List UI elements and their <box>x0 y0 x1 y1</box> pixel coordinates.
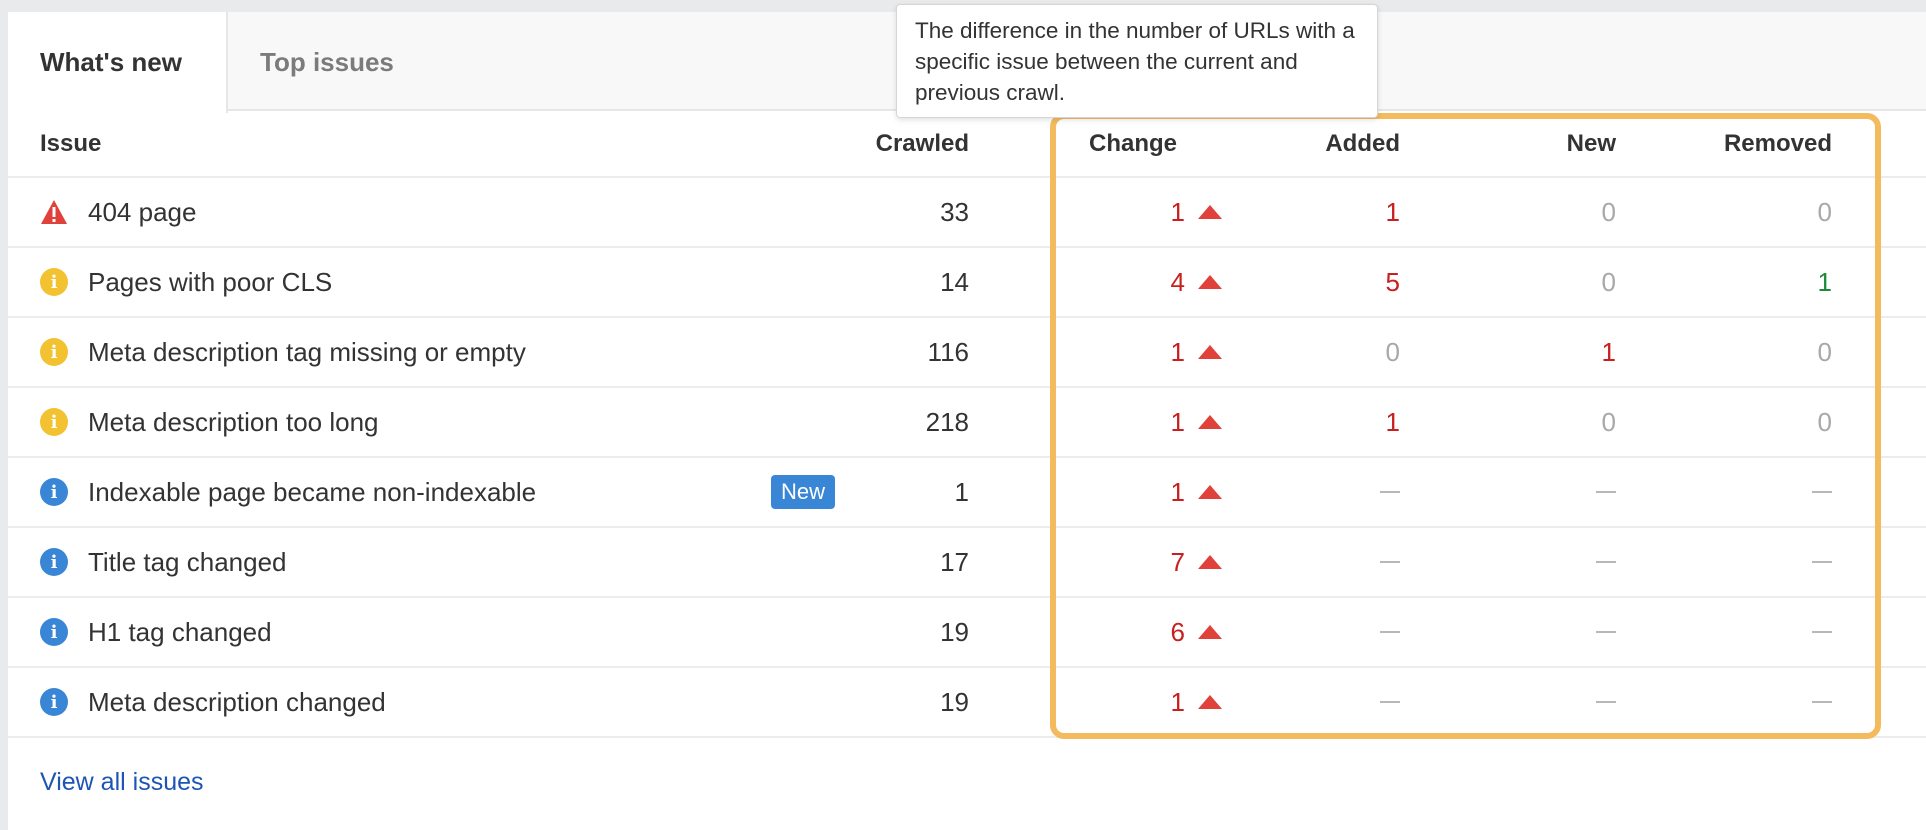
increase-arrow-icon <box>1198 345 1222 359</box>
issue-label[interactable]: Meta description tag missing or empty <box>88 337 526 368</box>
notice-info-icon: i <box>40 478 68 506</box>
table-row[interactable]: i Meta description too long 218 1 1 0 0 <box>8 388 1926 458</box>
col-issue[interactable]: Issue <box>40 111 101 176</box>
change-value: 1 <box>1170 476 1185 507</box>
table-row[interactable]: i Meta description tag missing or empty 1… <box>8 318 1926 388</box>
increase-arrow-icon <box>1198 415 1222 429</box>
new-value[interactable]: 0 <box>1602 407 1616 438</box>
removed-value[interactable]: 0 <box>1818 407 1832 438</box>
crawled-value[interactable]: 33 <box>940 197 969 228</box>
warning-info-icon: i <box>40 338 68 366</box>
empty-dash <box>1596 631 1616 633</box>
issue-cell[interactable]: i Title tag changed <box>40 528 287 596</box>
error-triangle-icon <box>40 198 68 226</box>
added-value[interactable]: 1 <box>1386 407 1400 438</box>
crawled-value[interactable]: 17 <box>940 547 969 578</box>
change-value: 1 <box>1170 686 1185 717</box>
empty-dash <box>1380 491 1400 493</box>
table-row[interactable]: i H1 tag changed 19 6 <box>8 598 1926 668</box>
empty-dash <box>1812 701 1832 703</box>
tab-top-issues[interactable]: Top issues <box>228 12 448 113</box>
table-row[interactable]: i Pages with poor CLS 14 4 5 0 1 <box>8 248 1926 318</box>
table-row[interactable]: i Title tag changed 17 7 <box>8 528 1926 598</box>
empty-dash <box>1812 631 1832 633</box>
change-value: 7 <box>1170 546 1185 577</box>
tab-whats-new[interactable]: What's new <box>8 12 228 113</box>
col-crawled[interactable]: Crawled <box>819 111 969 176</box>
increase-arrow-icon <box>1198 555 1222 569</box>
empty-dash <box>1380 631 1400 633</box>
empty-dash <box>1596 491 1616 493</box>
view-all-issues-link[interactable]: View all issues <box>40 768 204 797</box>
issue-cell[interactable]: i Meta description changed <box>40 668 386 736</box>
empty-dash <box>1812 491 1832 493</box>
empty-dash <box>1380 561 1400 563</box>
change-value: 1 <box>1170 196 1185 227</box>
removed-value[interactable]: 0 <box>1818 197 1832 228</box>
notice-info-icon: i <box>40 618 68 646</box>
added-value[interactable]: 5 <box>1386 267 1400 298</box>
change-value: 6 <box>1170 616 1185 647</box>
change-value: 1 <box>1170 336 1185 367</box>
issue-label[interactable]: Title tag changed <box>88 547 287 578</box>
col-new[interactable]: New <box>1466 111 1616 176</box>
increase-arrow-icon <box>1198 485 1222 499</box>
table-header: Issue Crawled Change Added New Removed <box>8 111 1926 178</box>
issue-label[interactable]: H1 tag changed <box>88 617 272 648</box>
issue-label[interactable]: Meta description too long <box>88 407 379 438</box>
issue-label[interactable]: 404 page <box>88 197 196 228</box>
crawled-value[interactable]: 116 <box>928 337 969 368</box>
issue-cell[interactable]: i H1 tag changed <box>40 598 272 666</box>
table-row[interactable]: 404 page 33 1 1 0 0 <box>8 178 1926 248</box>
increase-arrow-icon <box>1198 205 1222 219</box>
change-value: 4 <box>1170 266 1185 297</box>
col-removed[interactable]: Removed <box>1682 111 1832 176</box>
notice-info-icon: i <box>40 688 68 716</box>
new-value[interactable]: 0 <box>1602 267 1616 298</box>
removed-value[interactable]: 1 <box>1818 267 1832 298</box>
table-row[interactable]: i Indexable page became non-indexable New… <box>8 458 1926 528</box>
empty-dash <box>1596 561 1616 563</box>
warning-info-icon: i <box>40 408 68 436</box>
table-row[interactable]: i Meta description changed 19 1 <box>8 668 1926 738</box>
increase-arrow-icon <box>1198 695 1222 709</box>
removed-value[interactable]: 0 <box>1818 337 1832 368</box>
increase-arrow-icon <box>1198 275 1222 289</box>
empty-dash <box>1380 701 1400 703</box>
added-value[interactable]: 1 <box>1386 197 1400 228</box>
added-value[interactable]: 0 <box>1386 337 1400 368</box>
crawled-value[interactable]: 14 <box>940 267 969 298</box>
increase-arrow-icon <box>1198 625 1222 639</box>
issue-cell[interactable]: i Indexable page became non-indexable <box>40 458 536 526</box>
crawled-value[interactable]: 19 <box>940 617 969 648</box>
new-value[interactable]: 0 <box>1602 197 1616 228</box>
col-change[interactable]: Change <box>1089 111 1177 176</box>
col-added[interactable]: Added <box>1250 111 1400 176</box>
issue-cell[interactable]: i Pages with poor CLS <box>40 248 332 316</box>
issue-label[interactable]: Pages with poor CLS <box>88 267 332 298</box>
issue-label[interactable]: Meta description changed <box>88 687 386 718</box>
change-value: 1 <box>1170 406 1185 437</box>
notice-info-icon: i <box>40 548 68 576</box>
issue-cell[interactable]: i Meta description tag missing or empty <box>40 318 526 386</box>
change-tooltip: The difference in the number of URLs wit… <box>896 4 1378 118</box>
crawled-value[interactable]: 19 <box>940 687 969 718</box>
new-value[interactable]: 1 <box>1602 337 1616 368</box>
crawled-value[interactable]: 218 <box>926 407 969 438</box>
issue-cell[interactable]: 404 page <box>40 178 196 246</box>
issue-label[interactable]: Indexable page became non-indexable <box>88 477 536 508</box>
empty-dash <box>1812 561 1832 563</box>
crawled-value[interactable]: 1 <box>955 477 969 508</box>
issue-cell[interactable]: i Meta description too long <box>40 388 379 456</box>
empty-dash <box>1596 701 1616 703</box>
warning-info-icon: i <box>40 268 68 296</box>
